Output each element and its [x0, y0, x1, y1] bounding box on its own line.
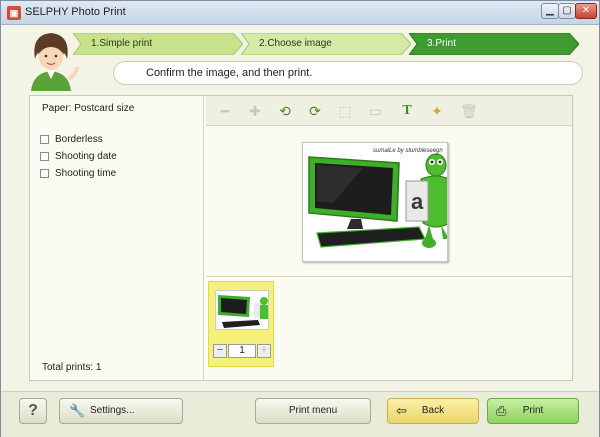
option-label: Shooting time — [55, 168, 117, 179]
paper-size-label: Paper: Postcard size — [42, 103, 135, 114]
thumbnail-image — [215, 290, 269, 330]
thumbnail-selected[interactable]: − 1 + — [208, 281, 274, 367]
tools-icon: 🔧 — [69, 403, 86, 418]
close-button[interactable]: ✕ — [575, 3, 597, 19]
help-button[interactable]: ? — [19, 398, 47, 424]
arrow-left-icon: ⇦ — [396, 403, 407, 418]
step-choose-image[interactable]: 2.Choose image — [241, 33, 411, 55]
computer-mascot-image: a — [308, 153, 447, 248]
text-icon[interactable]: T — [398, 102, 416, 120]
rotate-left-icon[interactable]: ⟲ — [276, 102, 294, 120]
image-preview-area: sumaiLe by stumbleseegn a — [206, 126, 572, 276]
crop-icon[interactable]: ⬚ — [336, 102, 354, 120]
thumbnail-strip: − 1 + — [206, 276, 572, 380]
instruction-bubble: Confirm the image, and then print. — [113, 61, 583, 85]
zoom-in-icon[interactable]: ✚ — [246, 102, 264, 120]
minus-icon: − — [216, 344, 224, 356]
borderless-checkbox[interactable] — [40, 134, 49, 144]
print-label: Print — [522, 405, 544, 416]
preview-photo[interactable]: sumaiLe by stumbleseegn a — [302, 142, 448, 262]
quantity-decrease-button[interactable]: − — [213, 344, 227, 358]
guide-avatar — [31, 33, 79, 91]
wizard-steps: 1.Simple print 2.Choose image 3.Print — [73, 33, 579, 55]
step-label: 1.Simple print — [91, 38, 153, 49]
settings-label: Settings... — [90, 405, 135, 416]
add-image-icon[interactable]: ✦ — [428, 102, 446, 120]
footer-bar: ? 🔧 Settings... Print menu ⇦ Back ⎙ Prin… — [1, 391, 599, 437]
step-label: 3.Print — [427, 38, 456, 49]
print-button[interactable]: ⎙ Print — [487, 398, 579, 424]
quantity-field[interactable]: 1 — [228, 344, 256, 358]
window-title: SELPHY Photo Print — [25, 6, 126, 18]
svg-text:a: a — [411, 189, 424, 214]
borderless-option[interactable]: Borderless — [40, 134, 103, 148]
zoom-out-icon[interactable]: ━ — [216, 102, 234, 120]
edit-toolbar: ━ ✚ ⟲ ⟳ ⬚ ▭ T ✦ 🗑 — [206, 96, 572, 126]
option-label: Shooting date — [55, 151, 117, 162]
step-print: 3.Print — [409, 33, 579, 55]
frame-icon[interactable]: ▭ — [366, 102, 384, 120]
options-panel: Paper: Postcard size Borderless Shooting… — [30, 96, 204, 380]
minimize-button[interactable]: ▁ — [541, 3, 559, 19]
step-label: 2.Choose image — [259, 38, 332, 49]
plus-icon: + — [260, 344, 268, 356]
wizard-header: 1.Simple print 2.Choose image 3.Print Co… — [9, 29, 591, 91]
back-button[interactable]: ⇦ Back — [387, 398, 479, 424]
option-label: Borderless — [55, 134, 103, 145]
app-window: ▣ SELPHY Photo Print ▁ ▢ ✕ 1.Simple prin… — [0, 0, 600, 437]
app-icon: ▣ — [7, 6, 21, 20]
title-bar: ▣ SELPHY Photo Print ▁ ▢ ✕ — [1, 1, 599, 25]
maximize-button[interactable]: ▢ — [558, 3, 576, 19]
settings-button[interactable]: 🔧 Settings... — [59, 398, 183, 424]
quantity-increase-button[interactable]: + — [257, 344, 271, 358]
total-prints: Total prints: 1 — [42, 362, 102, 373]
shooting-time-checkbox[interactable] — [40, 168, 49, 178]
printer-icon: ⎙ — [496, 403, 507, 418]
print-menu-button[interactable]: Print menu — [255, 398, 371, 424]
shooting-time-option[interactable]: Shooting time — [40, 168, 116, 182]
rotate-right-icon[interactable]: ⟳ — [306, 102, 324, 120]
shooting-date-checkbox[interactable] — [40, 151, 49, 161]
main-panel: Paper: Postcard size Borderless Shooting… — [29, 95, 573, 381]
shooting-date-option[interactable]: Shooting date — [40, 151, 117, 165]
back-label: Back — [421, 405, 445, 416]
step-simple-print[interactable]: 1.Simple print — [73, 33, 243, 55]
delete-icon[interactable]: 🗑 — [460, 102, 478, 120]
